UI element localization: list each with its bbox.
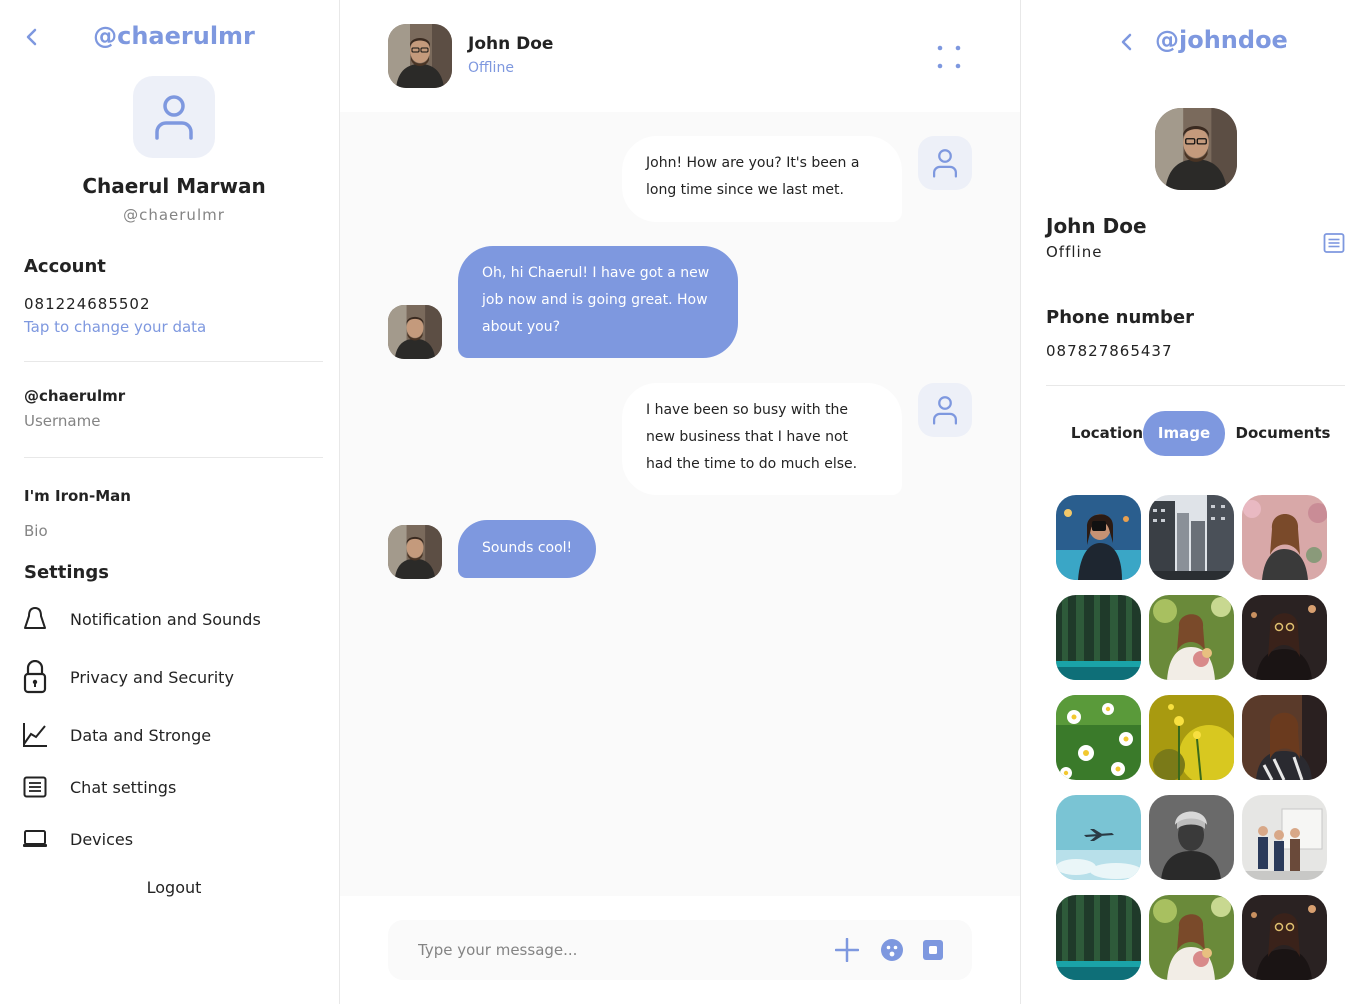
- phone-value: 087827865437: [1046, 342, 1173, 360]
- contact-status: Offline: [1046, 243, 1103, 261]
- settings-title: Settings: [24, 562, 109, 583]
- chart-icon: [22, 719, 48, 751]
- divider: [24, 361, 323, 362]
- tab-image[interactable]: Image: [1143, 411, 1225, 456]
- contact-profile-photo[interactable]: [1155, 108, 1237, 190]
- chat-panel: John Doe Offline John! How are you? It's…: [340, 0, 1020, 1004]
- tab-location[interactable]: Location: [1059, 411, 1155, 456]
- setting-label: Devices: [70, 829, 134, 849]
- contact-message-avatar: [388, 305, 442, 359]
- contact-handle-title: @johndoe: [1155, 26, 1288, 54]
- user-icon: [155, 95, 193, 140]
- setting-label: Data and Stronge: [70, 725, 212, 745]
- bio-label: Bio: [24, 522, 48, 540]
- contact-message-avatar: [388, 525, 442, 579]
- username-value: @chaerulmr: [24, 387, 126, 405]
- message-input[interactable]: [418, 938, 818, 962]
- gallery-image[interactable]: [1242, 595, 1327, 680]
- setting-notifications[interactable]: Notification and Sounds: [22, 603, 322, 635]
- profile-avatar[interactable]: [133, 76, 215, 158]
- setting-privacy[interactable]: Privacy and Security: [22, 660, 322, 694]
- contact-name: John Doe: [468, 34, 554, 54]
- laptop-icon: [22, 823, 48, 855]
- lock-icon: [22, 660, 48, 694]
- message-incoming: Oh, hi Chaerul! I have got a new job now…: [458, 246, 738, 358]
- setting-label: Privacy and Security: [70, 667, 234, 687]
- my-avatar: [918, 136, 972, 190]
- gallery-image[interactable]: [1056, 795, 1141, 880]
- gallery-image[interactable]: [1149, 795, 1234, 880]
- gallery-image[interactable]: [1242, 795, 1327, 880]
- gallery-image[interactable]: [1149, 895, 1234, 980]
- list-icon: [22, 771, 48, 803]
- divider: [1046, 385, 1345, 386]
- plus-icon[interactable]: [835, 938, 859, 962]
- contact-info-panel: @johndoe John Doe Offline Phone number 0…: [1020, 0, 1360, 1004]
- user-icon: [933, 396, 957, 425]
- setting-label: Notification and Sounds: [70, 609, 261, 629]
- bell-icon: [22, 603, 48, 635]
- divider: [24, 457, 323, 458]
- menu-dots-icon[interactable]: [936, 44, 962, 70]
- gallery-image[interactable]: [1056, 695, 1141, 780]
- message-outgoing: I have been so busy with the new busines…: [622, 383, 902, 495]
- contact-name: John Doe: [1046, 214, 1147, 238]
- my-avatar: [918, 383, 972, 437]
- profile-name: Chaerul Marwan: [82, 174, 266, 198]
- gallery-image[interactable]: [1149, 495, 1234, 580]
- gallery-image[interactable]: [1242, 495, 1327, 580]
- back-icon[interactable]: [1117, 31, 1137, 53]
- setting-chat[interactable]: Chat settings: [22, 771, 322, 803]
- chat-header: John Doe Offline: [340, 0, 1020, 112]
- setting-label: Chat settings: [70, 777, 177, 797]
- username-label: Username: [24, 412, 101, 430]
- message-incoming: Sounds cool!: [458, 520, 597, 578]
- tab-documents[interactable]: Documents: [1233, 411, 1333, 456]
- profile-sidebar: @chaerulmr Chaerul Marwan @chaerulmr Acc…: [0, 0, 340, 1004]
- contact-avatar[interactable]: [388, 24, 452, 88]
- account-phone: 081224685502: [24, 295, 151, 313]
- camera-icon[interactable]: [921, 938, 945, 962]
- emoji-icon[interactable]: [880, 938, 904, 962]
- gallery-image[interactable]: [1149, 695, 1234, 780]
- bio-value: I'm Iron-Man: [24, 487, 131, 505]
- change-data-link[interactable]: Tap to change your data: [24, 318, 206, 336]
- list-icon[interactable]: [1323, 232, 1345, 254]
- account-title: Account: [24, 256, 106, 277]
- gallery-image[interactable]: [1149, 595, 1234, 680]
- gallery-image[interactable]: [1056, 595, 1141, 680]
- gallery-image[interactable]: [1056, 495, 1141, 580]
- profile-username: @chaerulmr: [123, 206, 225, 224]
- message-composer: [388, 920, 972, 980]
- phone-title: Phone number: [1046, 307, 1195, 328]
- user-icon: [933, 149, 957, 178]
- setting-data[interactable]: Data and Stronge: [22, 719, 322, 751]
- sidebar-handle-title: @chaerulmr: [93, 22, 255, 50]
- gallery-image[interactable]: [1242, 695, 1327, 780]
- gallery-image[interactable]: [1242, 895, 1327, 980]
- setting-devices[interactable]: Devices: [22, 823, 322, 855]
- contact-status: Offline: [468, 60, 514, 76]
- logout-button[interactable]: Logout: [0, 878, 348, 897]
- gallery-image[interactable]: [1056, 895, 1141, 980]
- message-outgoing: John! How are you? It's been a long time…: [622, 136, 902, 222]
